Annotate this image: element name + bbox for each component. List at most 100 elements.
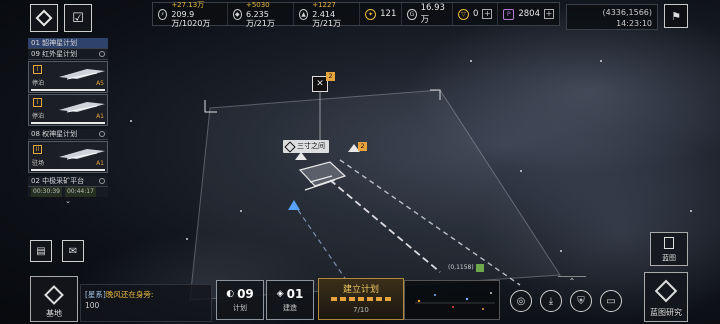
chat-box[interactable]: [星系]晚风还在身旁: 100: [80, 284, 212, 322]
fleet-status: 停泊: [32, 80, 45, 87]
folder-icon: ▭: [606, 295, 616, 307]
fleet-panel: 01 韶神星计划 09 红外星计划 I 停泊 A5 I 停泊 A1 08 权神星…: [28, 38, 108, 205]
metal-income: +1227: [312, 0, 336, 9]
target-level-badge: 2: [326, 72, 335, 81]
ship-icon: [59, 149, 105, 160]
fleet-hp-bar: [31, 169, 105, 171]
metal-amount: 2.414万/21万: [312, 9, 342, 28]
fleet-card[interactable]: I 停泊 A5: [28, 61, 108, 93]
status-dot: [99, 51, 105, 57]
fleet-rank: A5: [96, 80, 104, 87]
crystal-icon: ◆: [232, 8, 242, 20]
mail-button[interactable]: ✉: [62, 240, 84, 262]
mail-icon: ✉: [68, 245, 78, 257]
expand-fleets-button[interactable]: ⌄: [28, 197, 108, 205]
missions-button[interactable]: ☑: [64, 4, 92, 32]
server-time: 14:23:10: [616, 19, 652, 28]
fleet-rank: A1: [96, 113, 104, 120]
flag-icon: ⚑: [671, 9, 681, 23]
fleet-dispatch-button[interactable]: ⤓: [540, 290, 562, 312]
build-plan-title: 建立计划: [342, 285, 379, 295]
premium-icon: P: [503, 8, 515, 20]
resource-energy[interactable]: ⚡ +27.13万 209.9万/1020万: [153, 0, 228, 28]
document-icon: ▤: [36, 245, 46, 257]
fleet-name-label[interactable]: 三寸之间: [283, 140, 329, 153]
plan-icon: ◐: [226, 289, 235, 299]
coin-value: 0: [472, 9, 479, 19]
fleet-type-icon: I: [33, 65, 42, 74]
build-label: 建造: [283, 304, 297, 312]
resource-bar: ⚡ +27.13万 209.9万/1020万 ◆ +5030 6.235万/21…: [152, 0, 560, 28]
build-plan-panel[interactable]: 建立计划 7/10: [318, 278, 404, 320]
plan-count: 09: [237, 287, 254, 301]
clipboard-check-icon: ☑: [72, 10, 84, 26]
currency-cycle[interactable]: G 16.93万: [402, 3, 453, 25]
base-icon: [44, 285, 64, 305]
mining-timer: 00:30:39: [31, 187, 62, 197]
build-plan-progress: 7/10: [353, 306, 369, 314]
add-coin-button[interactable]: +: [482, 9, 493, 19]
fleet-card[interactable]: I 停泊 A1: [28, 94, 108, 126]
resource-metal[interactable]: ▲ +1227 2.414万/21万: [294, 0, 361, 28]
expand-toolbar-button[interactable]: ⌃: [558, 276, 586, 286]
rank-value: 121: [380, 9, 397, 19]
fleet-status: 驻场: [32, 160, 45, 167]
fleet-type-icon: II: [33, 145, 42, 154]
cycle-value: 16.93万: [420, 3, 445, 25]
status-dot: [99, 178, 105, 184]
diamond-icon: [35, 9, 53, 27]
minimap[interactable]: [404, 280, 500, 320]
fleet-group-02[interactable]: 02 中极采矿平台: [28, 176, 108, 187]
energy-amount: 209.9万/1020万: [171, 9, 211, 28]
blueprint-button[interactable]: 蓝图: [650, 232, 688, 266]
fleet-group-label: 02 中极采矿平台: [31, 177, 85, 185]
fleet-group-08[interactable]: 08 权神星计划: [28, 129, 108, 140]
coin-icon: ▽: [457, 8, 469, 20]
shield-icon: ⛨: [577, 295, 585, 307]
fleet-hp-bar: [31, 122, 105, 124]
plans-button[interactable]: ◐ 09 计划: [216, 280, 264, 320]
status-dot: [99, 131, 105, 137]
fleet-group-09[interactable]: 09 红外星计划: [28, 49, 108, 60]
fleet-level-badge: 2: [358, 142, 367, 151]
currency-rank[interactable]: ✦ 121: [360, 3, 403, 25]
chat-sender: 晚风还在身旁:: [105, 290, 154, 299]
add-premium-button[interactable]: +: [544, 9, 554, 19]
fleet-group-label: 09 红外星计划: [31, 50, 78, 58]
build-count: 01: [286, 287, 304, 301]
crystal-amount: 6.235万/21万: [245, 9, 275, 28]
cycle-icon: G: [407, 8, 417, 20]
alliance-button[interactable]: ⛨: [570, 290, 592, 312]
minimap-canvas: [415, 292, 495, 310]
blueprint-research-button[interactable]: 蓝图研究: [644, 272, 688, 322]
fleet-group-01[interactable]: 01 韶神星计划: [28, 38, 108, 49]
blueprint-icon: [664, 237, 674, 249]
notes-button[interactable]: ▤: [30, 240, 52, 262]
location-panel[interactable]: (4336,1566) 14:23:10: [566, 4, 658, 30]
galaxy-menu-button[interactable]: [30, 4, 58, 32]
map-coord-tag: (0,1158): [448, 264, 474, 271]
currency-premium[interactable]: P 2804 +: [498, 3, 559, 25]
blueprint-research-label: 蓝图研究: [650, 308, 682, 317]
premium-value: 2804: [518, 9, 540, 19]
crystal-income: +5030: [245, 0, 270, 9]
fleet-rank: A1: [96, 160, 104, 167]
base-label: 基地: [46, 309, 62, 318]
fleet-card[interactable]: II 驻场 A1: [28, 141, 108, 173]
fleet-group-label: 01 韶神星计划: [31, 39, 78, 47]
currency-coin[interactable]: ▽ 0 +: [453, 3, 499, 25]
resource-crystal[interactable]: ◆ +5030 6.235万/21万: [228, 0, 294, 28]
rank-icon: ✦: [365, 8, 377, 20]
chat-message: 100: [85, 301, 100, 310]
crosshair-icon: ✕: [316, 79, 324, 89]
ship-icon: [59, 102, 105, 113]
base-button[interactable]: 基地: [30, 276, 78, 322]
galaxy-view-button[interactable]: ◎: [510, 290, 532, 312]
map-object-icon[interactable]: [476, 264, 484, 272]
storage-button[interactable]: ▭: [600, 290, 622, 312]
bookmark-button[interactable]: ⚑: [664, 4, 688, 28]
energy-income: +27.13万: [171, 0, 205, 9]
fleet-type-icon: I: [33, 98, 42, 107]
build-icon: ◈: [276, 289, 284, 299]
build-button[interactable]: ◈ 01 建造: [266, 280, 314, 320]
